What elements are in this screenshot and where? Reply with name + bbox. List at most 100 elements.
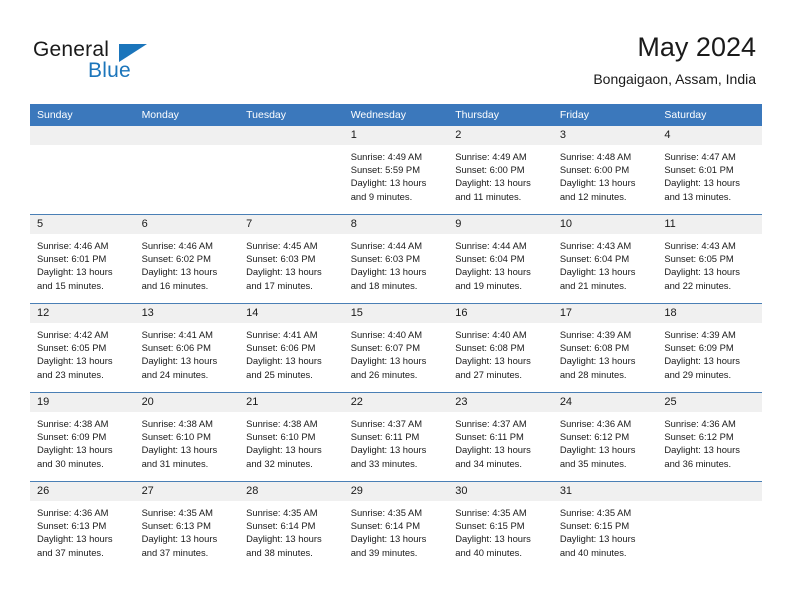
day-details: Sunrise: 4:44 AM Sunset: 6:03 PM Daylight:…: [344, 234, 449, 292]
daylight-text: Daylight: 13 hours and 38 minutes.: [246, 533, 322, 558]
calendar-day-cell[interactable]: 7 Sunrise: 4:45 AM Sunset: 6:03 PM Daylight…: [239, 214, 344, 304]
sunrise-text: Sunrise: 4:39 AM: [664, 329, 736, 340]
daylight-text: Daylight: 13 hours and 27 minutes.: [455, 355, 531, 380]
sunset-text: Sunset: 6:13 PM: [141, 520, 211, 532]
day-number: [239, 126, 344, 145]
day-details: Sunrise: 4:46 AM Sunset: 6:02 PM Daylight:…: [135, 234, 240, 292]
calendar-day-cell[interactable]: 26 Sunrise: 4:36 AM Sunset: 6:13 PM Dayligh…: [30, 481, 135, 570]
weekday-header-saturday: Saturday: [657, 104, 762, 126]
sunrise-text: Sunrise: 4:40 AM: [455, 329, 527, 340]
calendar-day-cell[interactable]: 30 Sunrise: 4:35 AM Sunset: 6:15 PM Dayligh…: [448, 481, 553, 570]
calendar-day-cell[interactable]: 11 Sunrise: 4:43 AM Sunset: 6:05 PM Dayligh…: [657, 214, 762, 304]
sunset-text: Sunset: 6:10 PM: [141, 431, 211, 443]
daylight-text: Daylight: 13 hours and 16 minutes.: [141, 266, 218, 291]
brand-logo[interactable]: General Blue: [33, 38, 173, 86]
calendar-day-cell-empty: [30, 126, 135, 215]
calendar-day-cell[interactable]: 8 Sunrise: 4:44 AM Sunset: 6:03 PM Daylight…: [343, 214, 449, 304]
calendar-day-cell[interactable]: 1 Sunrise: 4:49 AM Sunset: 5:59 PM Daylight…: [343, 126, 449, 215]
sunset-text: Sunset: 6:15 PM: [455, 520, 525, 532]
day-details: Sunrise: 4:35 AM Sunset: 6:13 PM Daylight:…: [135, 501, 240, 559]
calendar-day-cell[interactable]: 17 Sunrise: 4:39 AM Sunset: 6:08 PM Dayligh…: [552, 303, 658, 393]
sunset-text: Sunset: 6:11 PM: [350, 431, 420, 443]
calendar-day-cell[interactable]: 6 Sunrise: 4:46 AM Sunset: 6:02 PM Daylight…: [134, 214, 240, 304]
calendar-week-row: 1 Sunrise: 4:49 AM Sunset: 5:59 PM Daylight…: [30, 126, 762, 215]
calendar-day-cell[interactable]: 3 Sunrise: 4:48 AM Sunset: 6:00 PM Daylight…: [552, 126, 658, 215]
day-number: 30: [448, 482, 553, 501]
calendar-day-cell[interactable]: 25 Sunrise: 4:36 AM Sunset: 6:12 PM Dayligh…: [657, 392, 762, 482]
day-number: 16: [448, 304, 553, 323]
calendar-day-cell[interactable]: 23 Sunrise: 4:37 AM Sunset: 6:11 PM Dayligh…: [448, 392, 553, 482]
daylight-text: Daylight: 13 hours and 37 minutes.: [37, 533, 113, 558]
day-details: Sunrise: 4:41 AM Sunset: 6:06 PM Daylight:…: [239, 323, 344, 381]
sunset-text: Sunset: 5:59 PM: [350, 164, 420, 176]
day-number: 5: [30, 215, 135, 234]
daylight-text: Daylight: 13 hours and 21 minutes.: [559, 266, 636, 291]
calendar-day-cell[interactable]: 13 Sunrise: 4:41 AM Sunset: 6:06 PM Dayligh…: [134, 303, 240, 393]
sunset-text: Sunset: 6:03 PM: [350, 253, 420, 265]
sunrise-text: Sunrise: 4:38 AM: [37, 418, 109, 429]
calendar-day-cell[interactable]: 10 Sunrise: 4:43 AM Sunset: 6:04 PM Dayligh…: [552, 214, 658, 304]
sunset-text: Sunset: 6:05 PM: [37, 342, 107, 354]
sunrise-text: Sunrise: 4:41 AM: [246, 329, 318, 340]
day-number: 1: [343, 126, 449, 145]
sunrise-text: Sunrise: 4:36 AM: [559, 418, 632, 429]
day-details: Sunrise: 4:36 AM Sunset: 6:12 PM Daylight:…: [553, 412, 658, 470]
sunrise-text: Sunrise: 4:40 AM: [350, 329, 423, 340]
calendar-day-cell[interactable]: 16 Sunrise: 4:40 AM Sunset: 6:08 PM Dayligh…: [448, 303, 553, 393]
calendar-day-cell[interactable]: 31 Sunrise: 4:35 AM Sunset: 6:15 PM Dayligh…: [552, 481, 658, 570]
weekday-header-wednesday: Wednesday: [343, 104, 449, 126]
sunset-text: Sunset: 6:12 PM: [559, 431, 630, 443]
calendar-day-cell[interactable]: 19 Sunrise: 4:38 AM Sunset: 6:09 PM Dayligh…: [30, 392, 135, 482]
sunset-text: Sunset: 6:09 PM: [664, 342, 734, 354]
day-details: Sunrise: 4:46 AM Sunset: 6:01 PM Daylight:…: [30, 234, 135, 292]
calendar-day-cell[interactable]: 21 Sunrise: 4:38 AM Sunset: 6:10 PM Dayligh…: [239, 392, 344, 482]
daylight-text: Daylight: 13 hours and 17 minutes.: [246, 266, 322, 291]
daylight-text: Daylight: 13 hours and 23 minutes.: [37, 355, 113, 380]
sunset-text: Sunset: 6:12 PM: [664, 431, 734, 443]
calendar-day-cell[interactable]: 29 Sunrise: 4:35 AM Sunset: 6:14 PM Dayligh…: [343, 481, 449, 570]
calendar-day-cell[interactable]: 14 Sunrise: 4:41 AM Sunset: 6:06 PM Dayligh…: [239, 303, 344, 393]
day-number: 25: [657, 393, 762, 412]
day-number: [30, 126, 135, 145]
day-details: Sunrise: 4:39 AM Sunset: 6:09 PM Daylight:…: [657, 323, 762, 381]
daylight-text: Daylight: 13 hours and 13 minutes.: [664, 177, 740, 202]
calendar-day-cell[interactable]: 4 Sunrise: 4:47 AM Sunset: 6:01 PM Daylight…: [657, 126, 762, 215]
day-number: 13: [134, 304, 240, 323]
title-block: May 2024 Bongaigaon, Assam, India: [593, 32, 756, 88]
calendar-day-cell[interactable]: 5 Sunrise: 4:46 AM Sunset: 6:01 PM Daylight…: [30, 214, 135, 304]
daylight-text: Daylight: 13 hours and 25 minutes.: [246, 355, 322, 380]
day-details: Sunrise: 4:42 AM Sunset: 6:05 PM Daylight:…: [30, 323, 135, 381]
calendar-day-cell[interactable]: 27 Sunrise: 4:35 AM Sunset: 6:13 PM Dayligh…: [134, 481, 240, 570]
day-details: Sunrise: 4:36 AM Sunset: 6:13 PM Daylight:…: [30, 501, 135, 559]
calendar-day-cell[interactable]: 22 Sunrise: 4:37 AM Sunset: 6:11 PM Dayligh…: [343, 392, 449, 482]
daylight-text: Daylight: 13 hours and 30 minutes.: [37, 444, 113, 469]
calendar-day-cell[interactable]: 2 Sunrise: 4:49 AM Sunset: 6:00 PM Daylight…: [448, 126, 553, 215]
sunset-text: Sunset: 6:02 PM: [141, 253, 211, 265]
calendar-week-row: 26 Sunrise: 4:36 AM Sunset: 6:13 PM Dayligh…: [30, 481, 762, 570]
day-details: Sunrise: 4:35 AM Sunset: 6:14 PM Daylight:…: [344, 501, 449, 559]
calendar-day-cell[interactable]: 12 Sunrise: 4:42 AM Sunset: 6:05 PM Dayligh…: [30, 303, 135, 393]
sunset-text: Sunset: 6:14 PM: [246, 520, 316, 532]
sunset-text: Sunset: 6:10 PM: [246, 431, 316, 443]
daylight-text: Daylight: 13 hours and 34 minutes.: [455, 444, 531, 469]
day-number: 4: [657, 126, 762, 145]
calendar-day-cell[interactable]: 15 Sunrise: 4:40 AM Sunset: 6:07 PM Dayligh…: [343, 303, 449, 393]
day-details: Sunrise: 4:49 AM Sunset: 6:00 PM Daylight:…: [448, 145, 553, 203]
sunrise-text: Sunrise: 4:44 AM: [455, 240, 527, 251]
calendar-day-cell[interactable]: 24 Sunrise: 4:36 AM Sunset: 6:12 PM Dayligh…: [552, 392, 658, 482]
sunrise-text: Sunrise: 4:38 AM: [141, 418, 213, 429]
calendar-day-cell[interactable]: 18 Sunrise: 4:39 AM Sunset: 6:09 PM Dayligh…: [657, 303, 762, 393]
daylight-text: Daylight: 13 hours and 33 minutes.: [350, 444, 427, 469]
day-details: Sunrise: 4:36 AM Sunset: 6:12 PM Daylight:…: [657, 412, 762, 470]
day-number: 9: [448, 215, 553, 234]
calendar-day-cell-empty: [134, 126, 240, 215]
calendar-day-cell[interactable]: 9 Sunrise: 4:44 AM Sunset: 6:04 PM Daylight…: [448, 214, 553, 304]
calendar-grid: Sunday Monday Tuesday Wednesday Thursday…: [30, 104, 762, 570]
day-details: Sunrise: 4:49 AM Sunset: 5:59 PM Daylight:…: [344, 145, 449, 203]
day-details: Sunrise: 4:35 AM Sunset: 6:14 PM Daylight:…: [239, 501, 344, 559]
day-number: 26: [30, 482, 135, 501]
daylight-text: Daylight: 13 hours and 15 minutes.: [37, 266, 113, 291]
calendar-day-cell[interactable]: 20 Sunrise: 4:38 AM Sunset: 6:10 PM Dayligh…: [134, 392, 240, 482]
calendar-day-cell[interactable]: 28 Sunrise: 4:35 AM Sunset: 6:14 PM Dayligh…: [239, 481, 344, 570]
sunrise-text: Sunrise: 4:39 AM: [559, 329, 632, 340]
